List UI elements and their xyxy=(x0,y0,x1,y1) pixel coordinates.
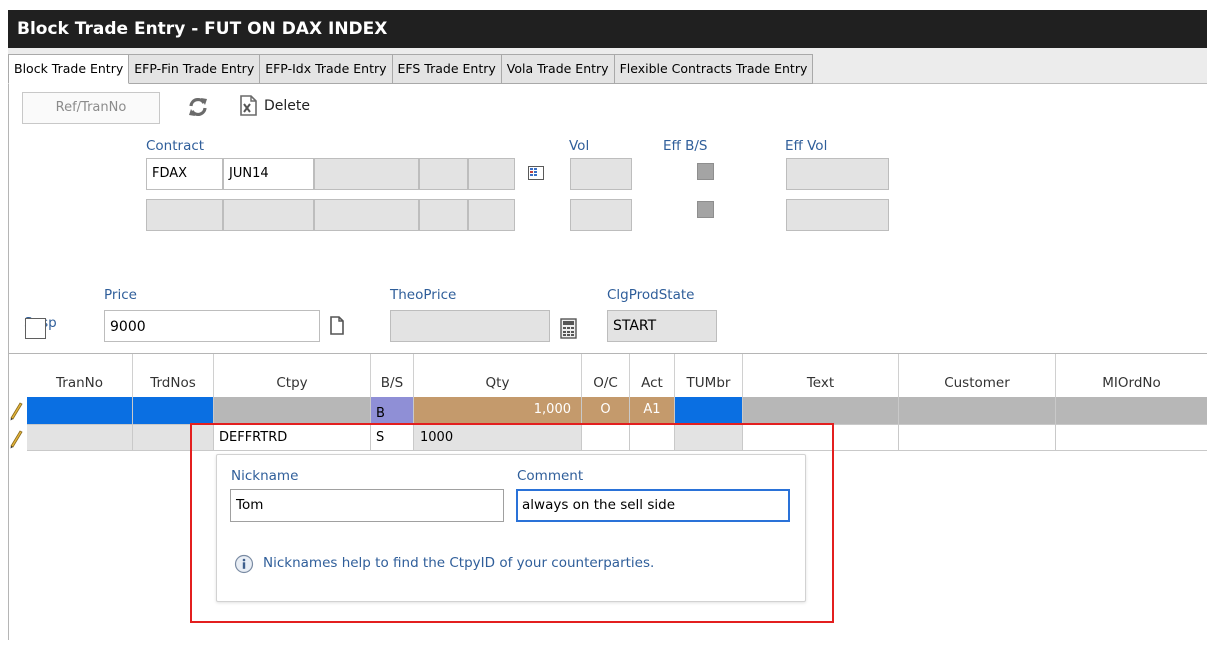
contract-field-5[interactable] xyxy=(468,158,515,190)
eff-vol-field-1[interactable] xyxy=(786,158,889,190)
eff-bs-indicator-1 xyxy=(697,163,714,180)
ref-tranno-button[interactable]: Ref/TranNo xyxy=(22,92,160,124)
price-label: Price xyxy=(104,287,137,303)
column-header-act[interactable]: Act xyxy=(630,354,675,397)
row1-miordno-cell[interactable] xyxy=(1056,397,1207,425)
price-input[interactable]: 9000 xyxy=(104,310,320,342)
column-header-qty[interactable]: Qty xyxy=(414,354,582,397)
row-edit-pencil-icon xyxy=(8,427,24,449)
row1-tranno-cell[interactable] xyxy=(27,397,133,425)
row2-miordno-cell[interactable] xyxy=(1056,425,1207,451)
leg2-field-1[interactable] xyxy=(146,199,223,231)
eff-vol-label: Eff Vol xyxy=(785,138,828,154)
clg-prod-state-label: ClgProdState xyxy=(607,287,695,303)
row1-text-cell[interactable] xyxy=(743,397,899,425)
delete-button-label[interactable]: Delete xyxy=(264,96,310,116)
eff-bs-label: Eff B/S xyxy=(663,138,708,154)
leg2-field-5[interactable] xyxy=(468,199,515,231)
column-header-miordno[interactable]: MIOrdNo xyxy=(1056,354,1207,397)
column-header-trdnos[interactable]: TrdNos xyxy=(133,354,214,397)
tab-flexible-contracts-trade-entry[interactable]: Flexible Contracts Trade Entry xyxy=(614,54,814,84)
vol-field-1[interactable] xyxy=(570,158,632,190)
row1-ctpy-cell[interactable] xyxy=(214,397,371,425)
row1-qty-cell[interactable]: 1,000 xyxy=(414,397,582,425)
contract-label: Contract xyxy=(146,138,205,154)
eff-vol-field-2[interactable] xyxy=(786,199,889,231)
column-header-ctpy[interactable]: Ctpy xyxy=(214,354,371,397)
clg-prod-state-field: START xyxy=(607,310,717,342)
form-left-border xyxy=(8,84,9,640)
column-header-tranno[interactable]: TranNo xyxy=(27,354,133,397)
contract-picker-icon[interactable] xyxy=(528,166,544,180)
row2-tranno-cell[interactable] xyxy=(27,425,133,451)
row1-act-cell[interactable]: A1 xyxy=(630,397,675,425)
vol-label: Vol xyxy=(569,138,590,154)
column-header-text[interactable]: Text xyxy=(743,354,899,397)
product-field[interactable]: FDAX xyxy=(146,158,223,190)
tab-vola-trade-entry[interactable]: Vola Trade Entry xyxy=(501,54,615,84)
leg2-field-3[interactable] xyxy=(314,199,419,231)
leg2-field-2[interactable] xyxy=(223,199,314,231)
tab-strip: Block Trade Entry EFP-Fin Trade Entry EF… xyxy=(8,48,1207,84)
tab-efp-idx-trade-entry[interactable]: EFP-Idx Trade Entry xyxy=(260,54,393,84)
expiry-field[interactable]: JUN14 xyxy=(223,158,314,190)
row1-trdnos-cell[interactable] xyxy=(133,397,214,425)
row-edit-pencil-icon xyxy=(8,399,24,421)
delete-icon[interactable] xyxy=(238,94,260,118)
tab-efp-fin-trade-entry[interactable]: EFP-Fin Trade Entry xyxy=(129,54,261,84)
vol-field-2[interactable] xyxy=(570,199,632,231)
row1-customer-cell[interactable] xyxy=(899,397,1056,425)
copy-price-icon[interactable] xyxy=(329,314,347,336)
contract-field-4[interactable] xyxy=(419,158,468,190)
column-header-oc[interactable]: O/C xyxy=(582,354,630,397)
leg2-field-4[interactable] xyxy=(419,199,468,231)
tab-efs-trade-entry[interactable]: EFS Trade Entry xyxy=(392,54,502,84)
window-title: Block Trade Entry - FUT ON DAX INDEX xyxy=(8,10,1207,48)
susp-checkbox[interactable] xyxy=(25,318,46,339)
highlight-box xyxy=(190,423,834,623)
tab-block-trade-entry[interactable]: Block Trade Entry xyxy=(8,54,130,84)
row1-bs-cell[interactable]: B xyxy=(371,397,414,425)
refresh-icon[interactable] xyxy=(186,95,210,119)
row1-oc-cell[interactable]: O xyxy=(582,397,630,425)
row2-customer-cell[interactable] xyxy=(899,425,1056,451)
row1-tumbr-cell[interactable] xyxy=(675,397,743,425)
column-header-customer[interactable]: Customer xyxy=(899,354,1056,397)
contract-field-3[interactable] xyxy=(314,158,419,190)
eff-bs-indicator-2 xyxy=(697,201,714,218)
calculator-icon[interactable] xyxy=(560,318,578,340)
theo-price-field xyxy=(390,310,550,342)
theo-price-label: TheoPrice xyxy=(390,287,457,303)
column-header-tumbr[interactable]: TUMbr xyxy=(675,354,743,397)
column-header-bs[interactable]: B/S xyxy=(371,354,414,397)
